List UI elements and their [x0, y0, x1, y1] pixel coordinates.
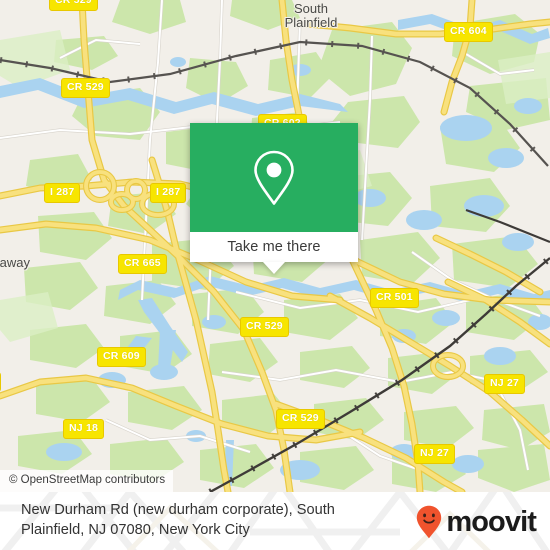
map-pin-icon: [252, 149, 296, 207]
road-shield-cr-529-upper[interactable]: CR 529: [61, 78, 110, 98]
location-address: New Durham Rd (new durham corporate), So…: [21, 502, 335, 538]
road-shield-i-287-east[interactable]: I 287: [150, 183, 187, 203]
moovit-brand[interactable]: moovit: [416, 505, 537, 539]
road-shield-edge-clipped[interactable]: [0, 372, 2, 392]
road-shield-cr-501[interactable]: CR 501: [370, 288, 419, 308]
road-shield-i-287-west[interactable]: I 287: [44, 183, 81, 203]
location-popup-card[interactable]: Take me there: [190, 123, 358, 274]
road-shield-cr-529-mid[interactable]: CR 529: [240, 317, 289, 337]
road-shield-nj-27-south[interactable]: NJ 27: [414, 444, 456, 464]
road-shield-nj-18[interactable]: NJ 18: [63, 419, 105, 439]
road-shield-nj-27-east[interactable]: NJ 27: [484, 374, 526, 394]
road-shield-cr-665[interactable]: CR 665: [118, 254, 167, 274]
road-shield-cr-529-south[interactable]: CR 529: [276, 409, 325, 429]
moovit-map-screenshot: SouthPlainfield taway CR 529 CR 604 CR 5…: [0, 0, 550, 550]
popup-action-bar[interactable]: Take me there: [190, 232, 358, 262]
map-canvas[interactable]: SouthPlainfield taway CR 529 CR 604 CR 5…: [0, 0, 550, 492]
popup-pointer-tail: [263, 262, 285, 274]
road-shield-cr-529-north[interactable]: CR 529: [49, 0, 98, 11]
road-shield-cr-604[interactable]: CR 604: [444, 22, 493, 42]
moovit-smiley-pin-icon: [416, 505, 442, 539]
take-me-there-label: Take me there: [227, 239, 321, 255]
osm-attribution[interactable]: © OpenStreetMap contributors: [0, 470, 174, 492]
moovit-wordmark: moovit: [446, 506, 537, 538]
road-shield-cr-609[interactable]: CR 609: [97, 347, 146, 367]
footer-bar: New Durham Rd (new durham corporate), So…: [0, 492, 550, 550]
popup-header: [190, 123, 358, 232]
